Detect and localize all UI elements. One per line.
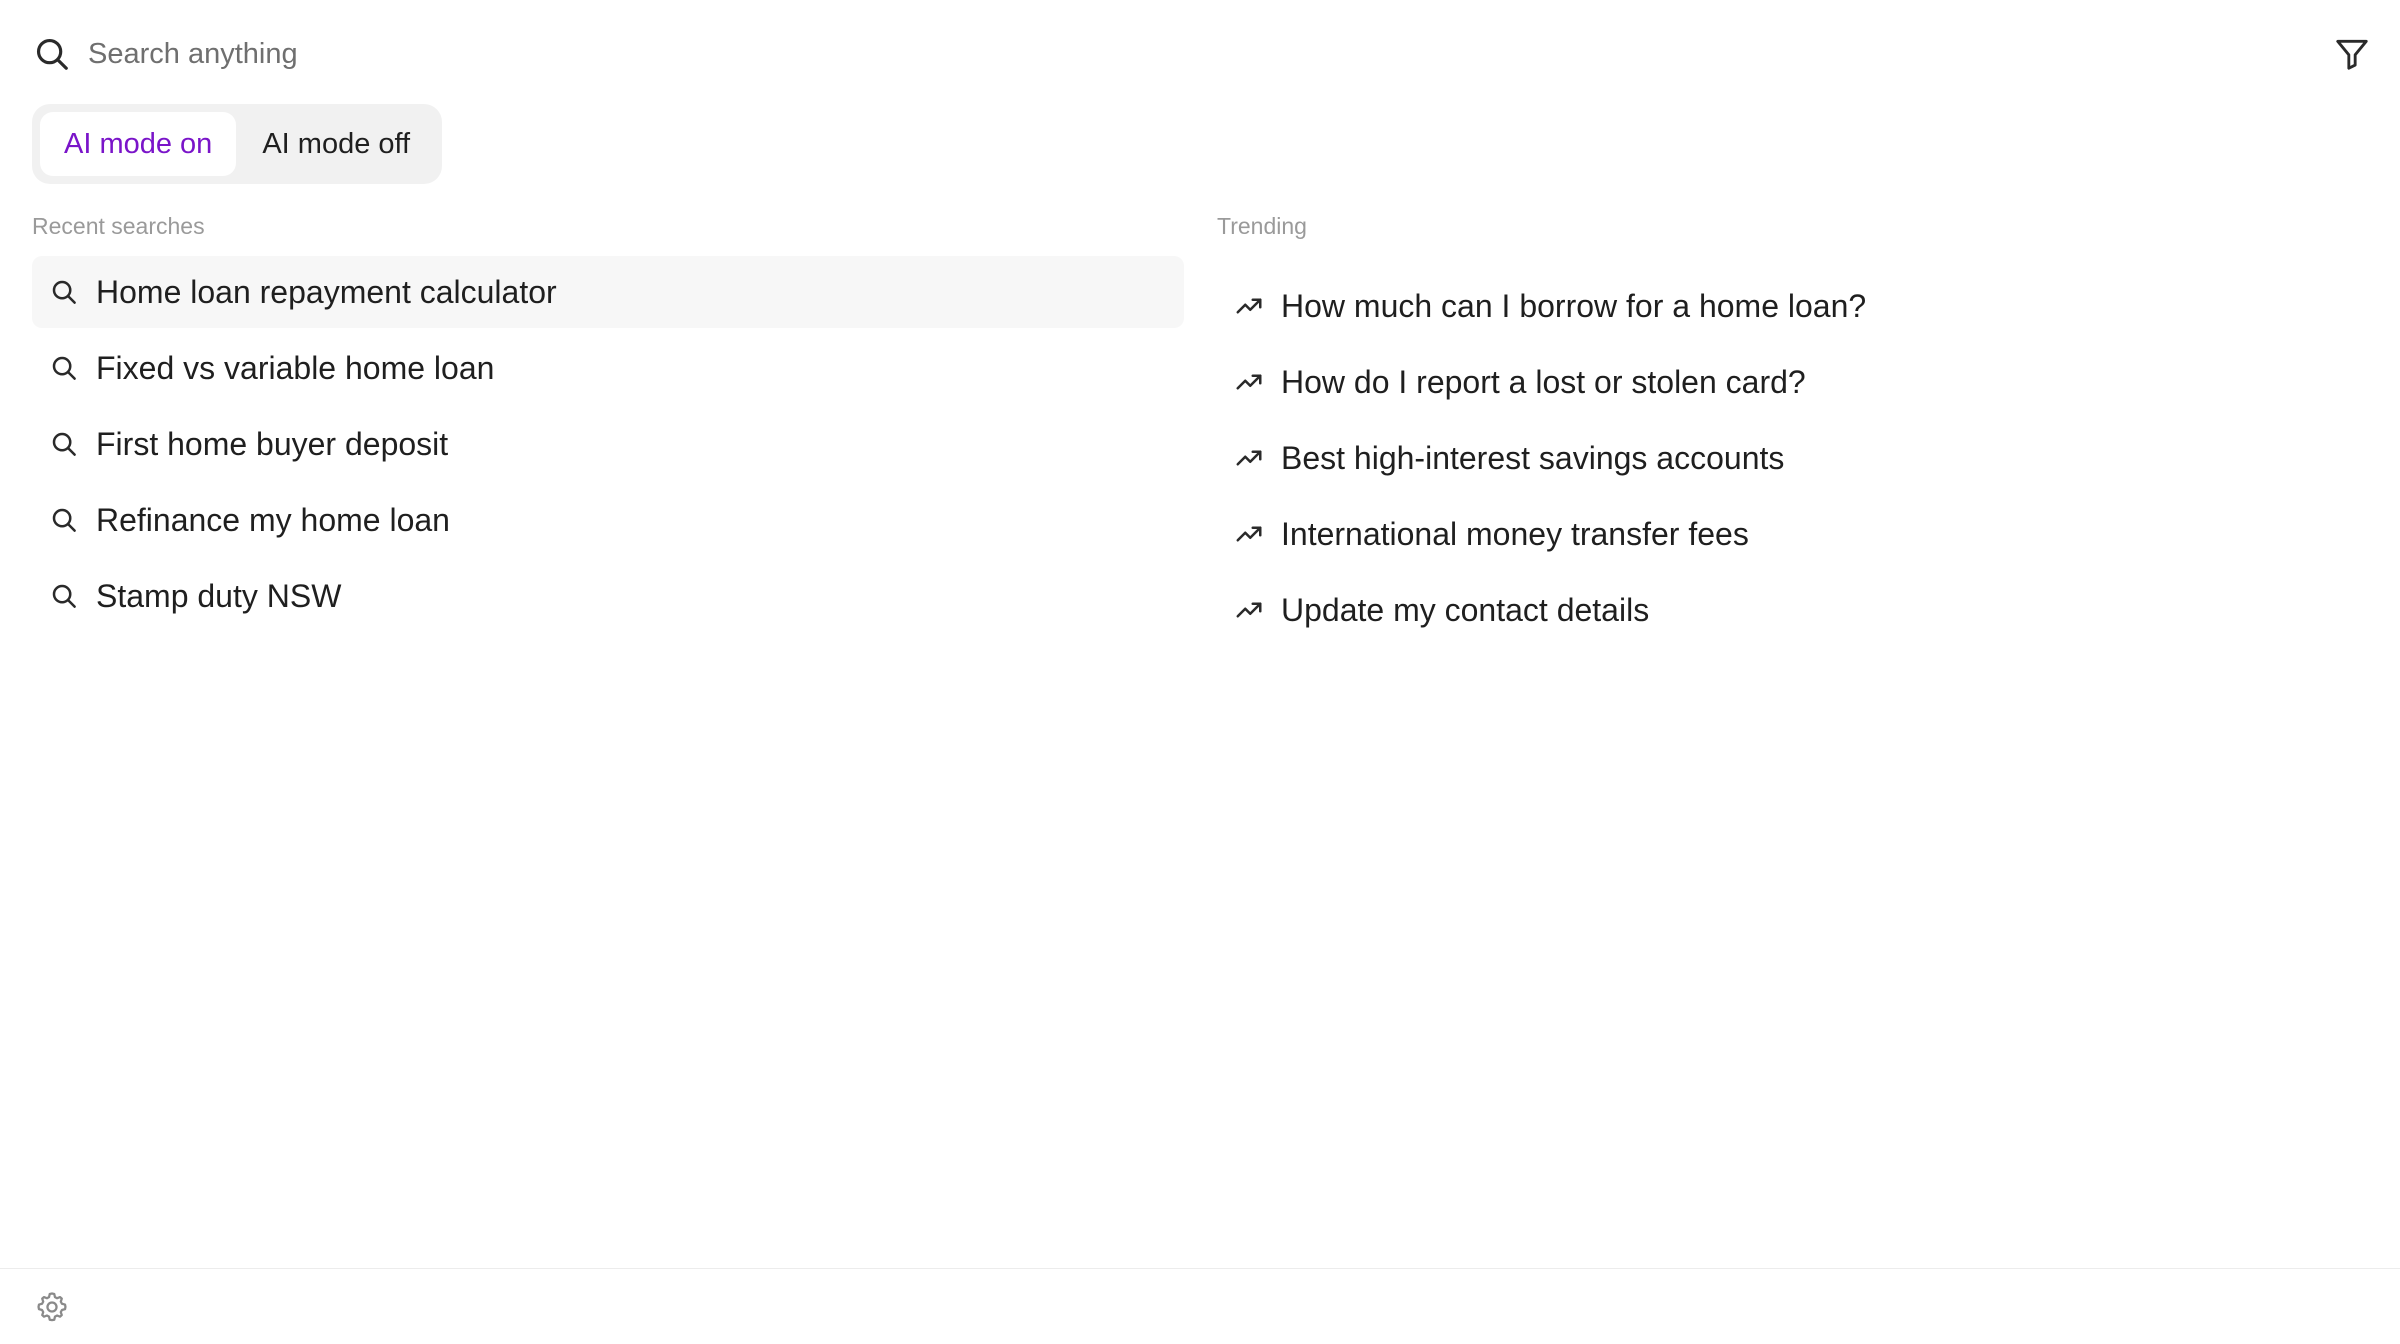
trending-item[interactable]: Best high-interest savings accounts — [1217, 422, 2317, 494]
trending-item[interactable]: Update my contact details — [1217, 574, 2317, 646]
recent-search-label: Home loan repayment calculator — [96, 273, 557, 310]
search-icon — [32, 34, 72, 74]
recent-searches-list: Home loan repayment calculator Fixed vs … — [32, 256, 1184, 636]
trending-up-icon — [1233, 442, 1265, 474]
trending-heading: Trending — [1217, 213, 1307, 239]
ai-mode-toggle: AI mode on AI mode off — [32, 104, 443, 184]
trending-label: Best high-interest savings accounts — [1281, 439, 1785, 476]
search-icon — [48, 352, 80, 384]
ai-mode-off-button[interactable]: AI mode off — [238, 112, 434, 176]
recent-search-item[interactable]: Fixed vs variable home loan — [32, 332, 1184, 404]
search-panel: AI mode on AI mode off Recent searches H… — [0, 0, 2400, 1344]
search-icon — [48, 504, 80, 536]
recent-search-label: Refinance my home loan — [96, 501, 450, 538]
recent-search-item[interactable]: Refinance my home loan — [32, 484, 1184, 556]
ai-mode-on-button[interactable]: AI mode on — [40, 112, 237, 176]
trending-up-icon — [1233, 366, 1265, 398]
trending-item[interactable]: How much can I borrow for a home loan? — [1217, 270, 2317, 342]
recent-search-label: First home buyer deposit — [96, 425, 449, 462]
recent-searches-heading: Recent searches — [32, 213, 205, 239]
recent-search-label: Stamp duty NSW — [96, 577, 342, 614]
trending-item[interactable]: How do I report a lost or stolen card? — [1217, 346, 2317, 418]
trending-up-icon — [1233, 518, 1265, 550]
trending-label: International money transfer fees — [1281, 515, 1749, 552]
search-icon — [48, 580, 80, 612]
trending-list: How much can I borrow for a home loan? H… — [1217, 270, 2317, 650]
trending-label: Update my contact details — [1281, 591, 1650, 628]
trending-item[interactable]: International money transfer fees — [1217, 498, 2317, 570]
recent-search-item[interactable]: First home buyer deposit — [32, 408, 1184, 480]
trending-up-icon — [1233, 594, 1265, 626]
trending-label: How much can I borrow for a home loan? — [1281, 287, 1867, 324]
search-bar — [32, 22, 2368, 86]
gear-icon[interactable] — [32, 1287, 72, 1327]
recent-search-item[interactable]: Stamp duty NSW — [32, 560, 1184, 632]
search-icon — [48, 276, 80, 308]
trending-label: How do I report a lost or stolen card? — [1281, 363, 1806, 400]
footer-bar — [0, 1268, 2400, 1344]
search-icon — [48, 428, 80, 460]
filter-icon[interactable] — [2326, 28, 2378, 80]
trending-up-icon — [1233, 290, 1265, 322]
search-input[interactable] — [88, 26, 2326, 82]
recent-search-item[interactable]: Home loan repayment calculator — [32, 256, 1184, 328]
recent-search-label: Fixed vs variable home loan — [96, 349, 495, 386]
